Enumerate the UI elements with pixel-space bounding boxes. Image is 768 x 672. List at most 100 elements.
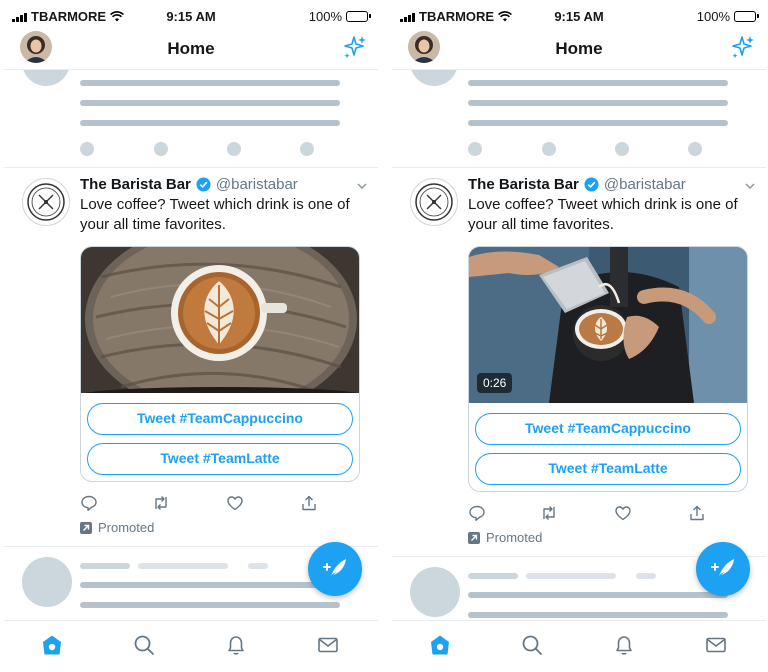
skeleton-dot xyxy=(154,142,168,156)
brand-logo[interactable] xyxy=(410,178,458,226)
timeline-feed[interactable]: The Barista Bar @baristabar Love coffee?… xyxy=(4,70,378,620)
skeleton-line xyxy=(80,602,340,608)
author-handle[interactable]: @baristabar xyxy=(604,176,686,193)
retweet-icon[interactable] xyxy=(540,504,558,522)
skeleton-line xyxy=(138,563,228,569)
skeleton-dot xyxy=(227,142,241,156)
status-bar: TBARMORE 9:15 AM 100% xyxy=(4,0,378,30)
notifications-icon[interactable] xyxy=(224,633,248,657)
tweet-text: Love coffee? Tweet which drink is one of… xyxy=(468,196,738,233)
coffee-image[interactable] xyxy=(81,247,359,393)
search-icon[interactable] xyxy=(520,633,544,657)
poll-card: Tweet #TeamCappuccino Tweet #TeamLatte xyxy=(80,246,360,482)
skeleton-line xyxy=(80,100,340,106)
skeleton-line xyxy=(80,582,340,588)
battery-icon xyxy=(734,11,759,22)
verified-badge-icon xyxy=(584,177,599,192)
skeleton-dot xyxy=(542,142,556,156)
promoted-text: Promoted xyxy=(98,520,155,535)
retweet-icon[interactable] xyxy=(152,494,170,512)
skeleton-line xyxy=(248,563,268,569)
chevron-down-icon[interactable] xyxy=(744,180,756,192)
sparkle-icon[interactable] xyxy=(340,33,368,61)
share-icon[interactable] xyxy=(300,494,318,512)
skeleton-avatar xyxy=(410,70,458,86)
skeleton-avatar xyxy=(410,567,460,617)
bottom-tab-bar xyxy=(392,620,766,672)
chevron-down-icon[interactable] xyxy=(356,180,368,192)
promoted-label: Promoted xyxy=(468,530,542,545)
skeleton-line xyxy=(468,573,518,579)
nav-bar: Home xyxy=(392,30,766,70)
skeleton-dot xyxy=(80,142,94,156)
promoted-text: Promoted xyxy=(486,530,543,545)
battery-indicator: 100% xyxy=(696,9,759,24)
skeleton-line xyxy=(468,592,728,598)
poll-option-latte[interactable]: Tweet #TeamLatte xyxy=(475,453,741,485)
promoted-tweet[interactable]: The Barista Bar @baristabar Love coffee?… xyxy=(392,168,766,558)
home-icon[interactable] xyxy=(428,633,452,657)
search-icon[interactable] xyxy=(132,633,156,657)
author-handle[interactable]: @baristabar xyxy=(216,176,298,193)
phone-screen-image-card: TBARMORE 9:15 AM 100% Home The Barista B… xyxy=(4,0,378,672)
like-icon[interactable] xyxy=(614,504,632,522)
skeleton-line xyxy=(636,573,656,579)
promoted-icon xyxy=(468,531,480,544)
promoted-tweet[interactable]: The Barista Bar @baristabar Love coffee?… xyxy=(4,168,378,546)
timeline-feed[interactable]: The Barista Bar @baristabar Love coffee?… xyxy=(392,70,766,620)
reply-icon[interactable] xyxy=(468,504,486,522)
battery-percent: 100% xyxy=(308,9,342,24)
tweet-header: The Barista Bar @baristabar xyxy=(468,176,686,193)
like-icon[interactable] xyxy=(226,494,244,512)
home-icon[interactable] xyxy=(40,633,64,657)
skeleton-dot xyxy=(300,142,314,156)
skeleton-line xyxy=(526,573,616,579)
skeleton-line xyxy=(80,563,130,569)
promoted-label: Promoted xyxy=(80,520,154,535)
page-title: Home xyxy=(167,39,215,58)
skeleton-dot xyxy=(688,142,702,156)
skeleton-line xyxy=(468,612,728,618)
phone-screen-video-card: TBARMORE 9:15 AM 100% Home The Barista B… xyxy=(392,0,766,672)
skeleton-line xyxy=(80,120,340,126)
brand-logo[interactable] xyxy=(22,178,70,226)
verified-badge-icon xyxy=(196,177,211,192)
latte-video[interactable]: 0:26 xyxy=(469,247,747,403)
tweet-header: The Barista Bar @baristabar xyxy=(80,176,298,193)
video-duration: 0:26 xyxy=(477,373,513,393)
video-poll-card: 0:26 Tweet #TeamCappuccino Tweet #TeamLa… xyxy=(468,246,748,492)
status-bar: TBARMORE 9:15 AM 100% xyxy=(392,0,766,30)
tweet-actions xyxy=(80,494,320,514)
bottom-tab-bar xyxy=(4,620,378,672)
battery-indicator: 100% xyxy=(308,9,371,24)
tweet-actions xyxy=(468,504,708,524)
sparkle-icon[interactable] xyxy=(728,33,756,61)
skeleton-line xyxy=(468,120,728,126)
compose-tweet-button[interactable] xyxy=(696,542,750,596)
battery-icon xyxy=(346,11,371,22)
nav-bar: Home xyxy=(4,30,378,70)
poll-option-cappuccino[interactable]: Tweet #TeamCappuccino xyxy=(87,403,353,435)
author-name[interactable]: The Barista Bar xyxy=(80,176,191,193)
compose-tweet-icon xyxy=(323,559,346,579)
promoted-icon xyxy=(80,521,92,534)
notifications-icon[interactable] xyxy=(612,633,636,657)
reply-icon[interactable] xyxy=(80,494,98,512)
skeleton-line xyxy=(468,100,728,106)
messages-icon[interactable] xyxy=(704,633,728,657)
skeleton-avatar xyxy=(22,70,70,86)
skeleton-line xyxy=(468,80,728,86)
messages-icon[interactable] xyxy=(316,633,340,657)
skeleton-line xyxy=(80,80,340,86)
skeleton-dot xyxy=(615,142,629,156)
battery-percent: 100% xyxy=(696,9,730,24)
compose-tweet-button[interactable] xyxy=(308,542,362,596)
author-name[interactable]: The Barista Bar xyxy=(468,176,579,193)
page-title: Home xyxy=(555,39,603,58)
skeleton-avatar xyxy=(22,557,72,607)
skeleton-dot xyxy=(468,142,482,156)
poll-option-latte[interactable]: Tweet #TeamLatte xyxy=(87,443,353,475)
poll-option-cappuccino[interactable]: Tweet #TeamCappuccino xyxy=(475,413,741,445)
share-icon[interactable] xyxy=(688,504,706,522)
tweet-text: Love coffee? Tweet which drink is one of… xyxy=(80,196,350,233)
